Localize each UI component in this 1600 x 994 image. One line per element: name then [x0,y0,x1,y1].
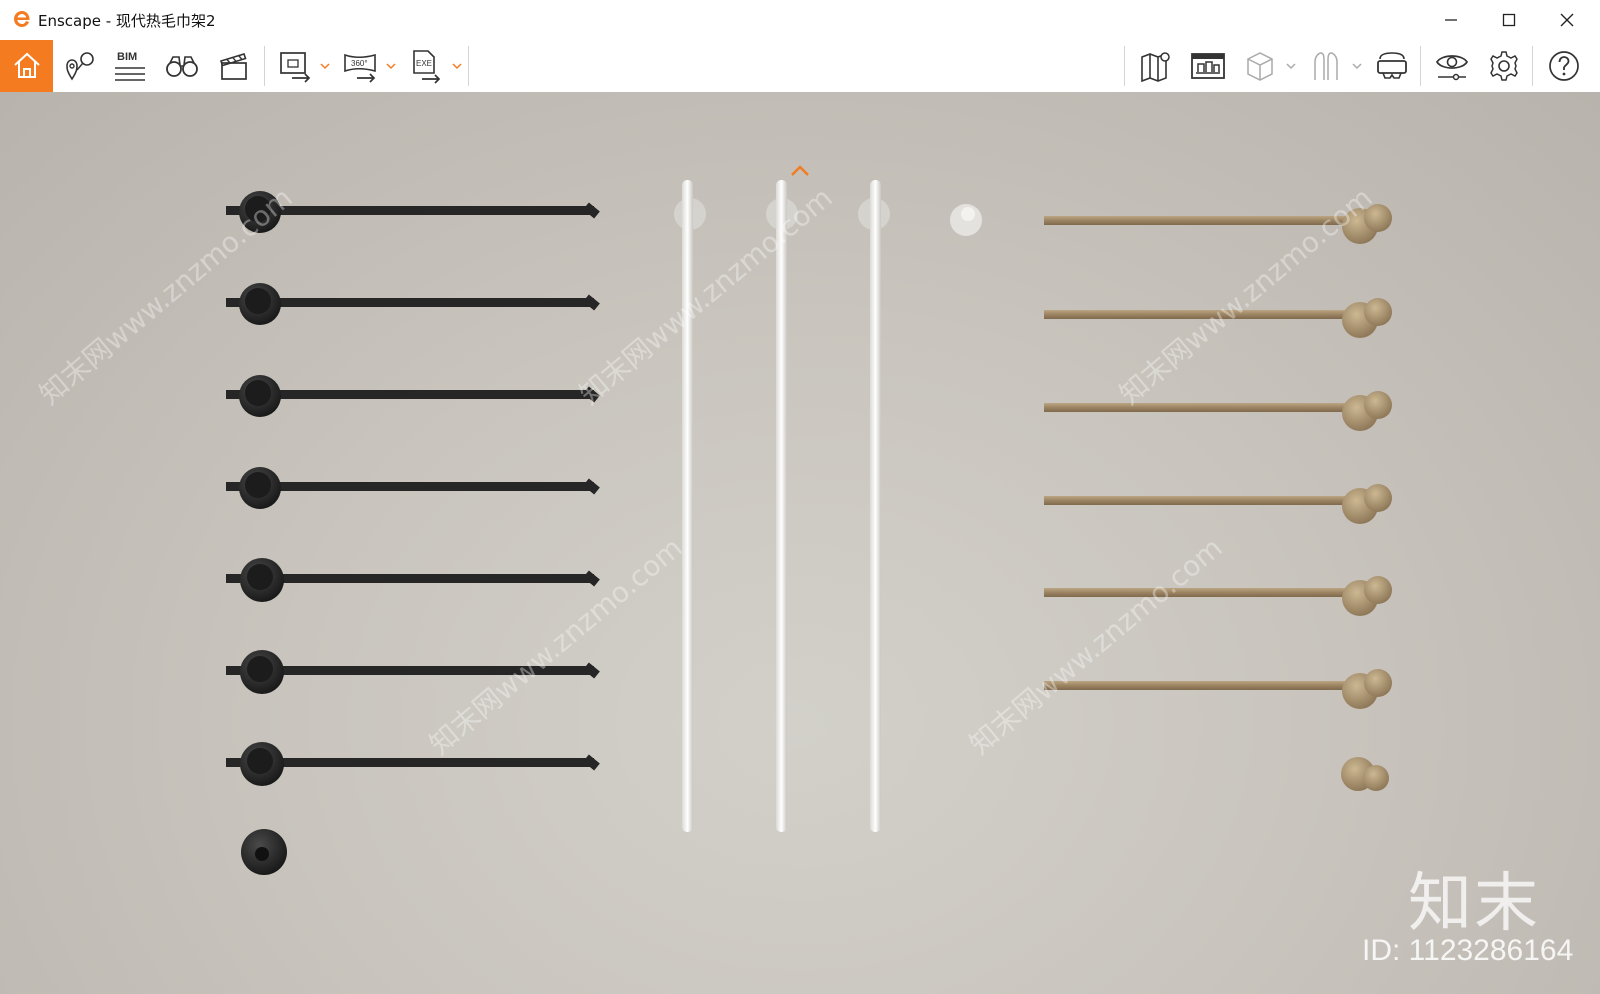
visual-settings-icon [1435,55,1469,81]
bim-icon: BIM [115,51,145,81]
minimize-icon [1445,19,1457,21]
black-wall-hook [241,829,287,875]
black-towel-rail [226,283,600,325]
brass-towel-rail [1044,484,1392,524]
white-wall-hook [950,204,982,236]
enscape-toolbar: BIM 360° EXE [0,40,1600,93]
toolbar-separator [264,46,265,86]
chevron-down-icon[interactable] [386,62,396,70]
close-button[interactable] [1538,0,1596,40]
asset-library-icon [1191,53,1225,79]
chevron-down-icon[interactable] [452,62,462,70]
brass-wall-hook [1341,757,1389,791]
white-vertical-rail [858,180,890,832]
title-bar: Enscape - 现代热毛巾架2 [0,0,1600,41]
black-towel-rail [226,742,600,786]
help-button[interactable] [1544,40,1584,92]
enscape-logo-icon [14,11,30,27]
watermark-brand: 知末 [1408,867,1540,941]
black-towel-rail [226,375,600,417]
binoculars-icon [166,56,198,77]
visual-settings-button[interactable] [1432,40,1472,92]
maximize-button[interactable] [1480,0,1538,40]
svg-text:360°: 360° [351,59,368,68]
vr-headset-icon [1377,52,1407,79]
toolbar-separator [1124,46,1125,86]
brass-towel-rail [1044,576,1392,616]
chevron-down-icon[interactable] [320,62,330,70]
export-exe-icon: EXE [413,50,441,84]
collapse-toolbar-chevron-icon[interactable] [790,164,810,178]
video-editor-button[interactable] [214,40,254,92]
vr-figure-button[interactable] [1306,40,1346,92]
views-button[interactable] [60,40,100,92]
home-icon [13,52,40,78]
screenshot-button[interactable] [276,40,316,92]
chevron-down-icon[interactable] [1286,62,1296,70]
minimize-button[interactable] [1422,0,1480,40]
export-image-icon [280,52,311,83]
help-icon [1549,51,1579,81]
export-exe-button[interactable]: EXE [406,40,446,92]
home-button[interactable] [0,40,53,92]
render-viewport[interactable]: 知末网www.znzmo.com 知末网www.znzmo.com 知末网www… [0,92,1600,994]
maximize-icon [1502,13,1516,27]
settings-button[interactable] [1484,40,1524,92]
toolbar-separator [1532,46,1533,86]
bim-button[interactable]: BIM [110,40,150,92]
vr-headset-button[interactable] [1372,40,1412,92]
toolbar-separator [1420,46,1421,86]
map-icon [1141,52,1170,83]
white-vertical-rail [766,180,798,832]
watermark-id: ID: 1123286164 [1362,934,1574,967]
export-360-icon: 360° [344,53,376,83]
chevron-down-icon[interactable] [1352,62,1362,70]
black-towel-rail [226,467,600,509]
panorama-button[interactable]: 360° [340,40,382,92]
brass-towel-rail [1044,669,1392,709]
black-towel-rail [226,558,600,602]
asset-library-button[interactable] [1188,40,1228,92]
map-button[interactable] [1136,40,1176,92]
svg-text:BIM: BIM [117,51,137,63]
window-title: Enscape - 现代热毛巾架2 [38,12,216,30]
cube-icon [1247,52,1273,81]
location-pin-icon [66,52,94,81]
object-button[interactable] [1240,40,1280,92]
vr-figure-icon [1314,52,1338,80]
brass-towel-rail [1044,391,1392,431]
svg-text:EXE: EXE [416,59,432,68]
close-icon [1560,13,1574,27]
walk-mode-button[interactable] [162,40,202,92]
settings-icon [1490,51,1518,81]
toolbar-separator [468,46,469,86]
clapperboard-icon [219,53,247,80]
